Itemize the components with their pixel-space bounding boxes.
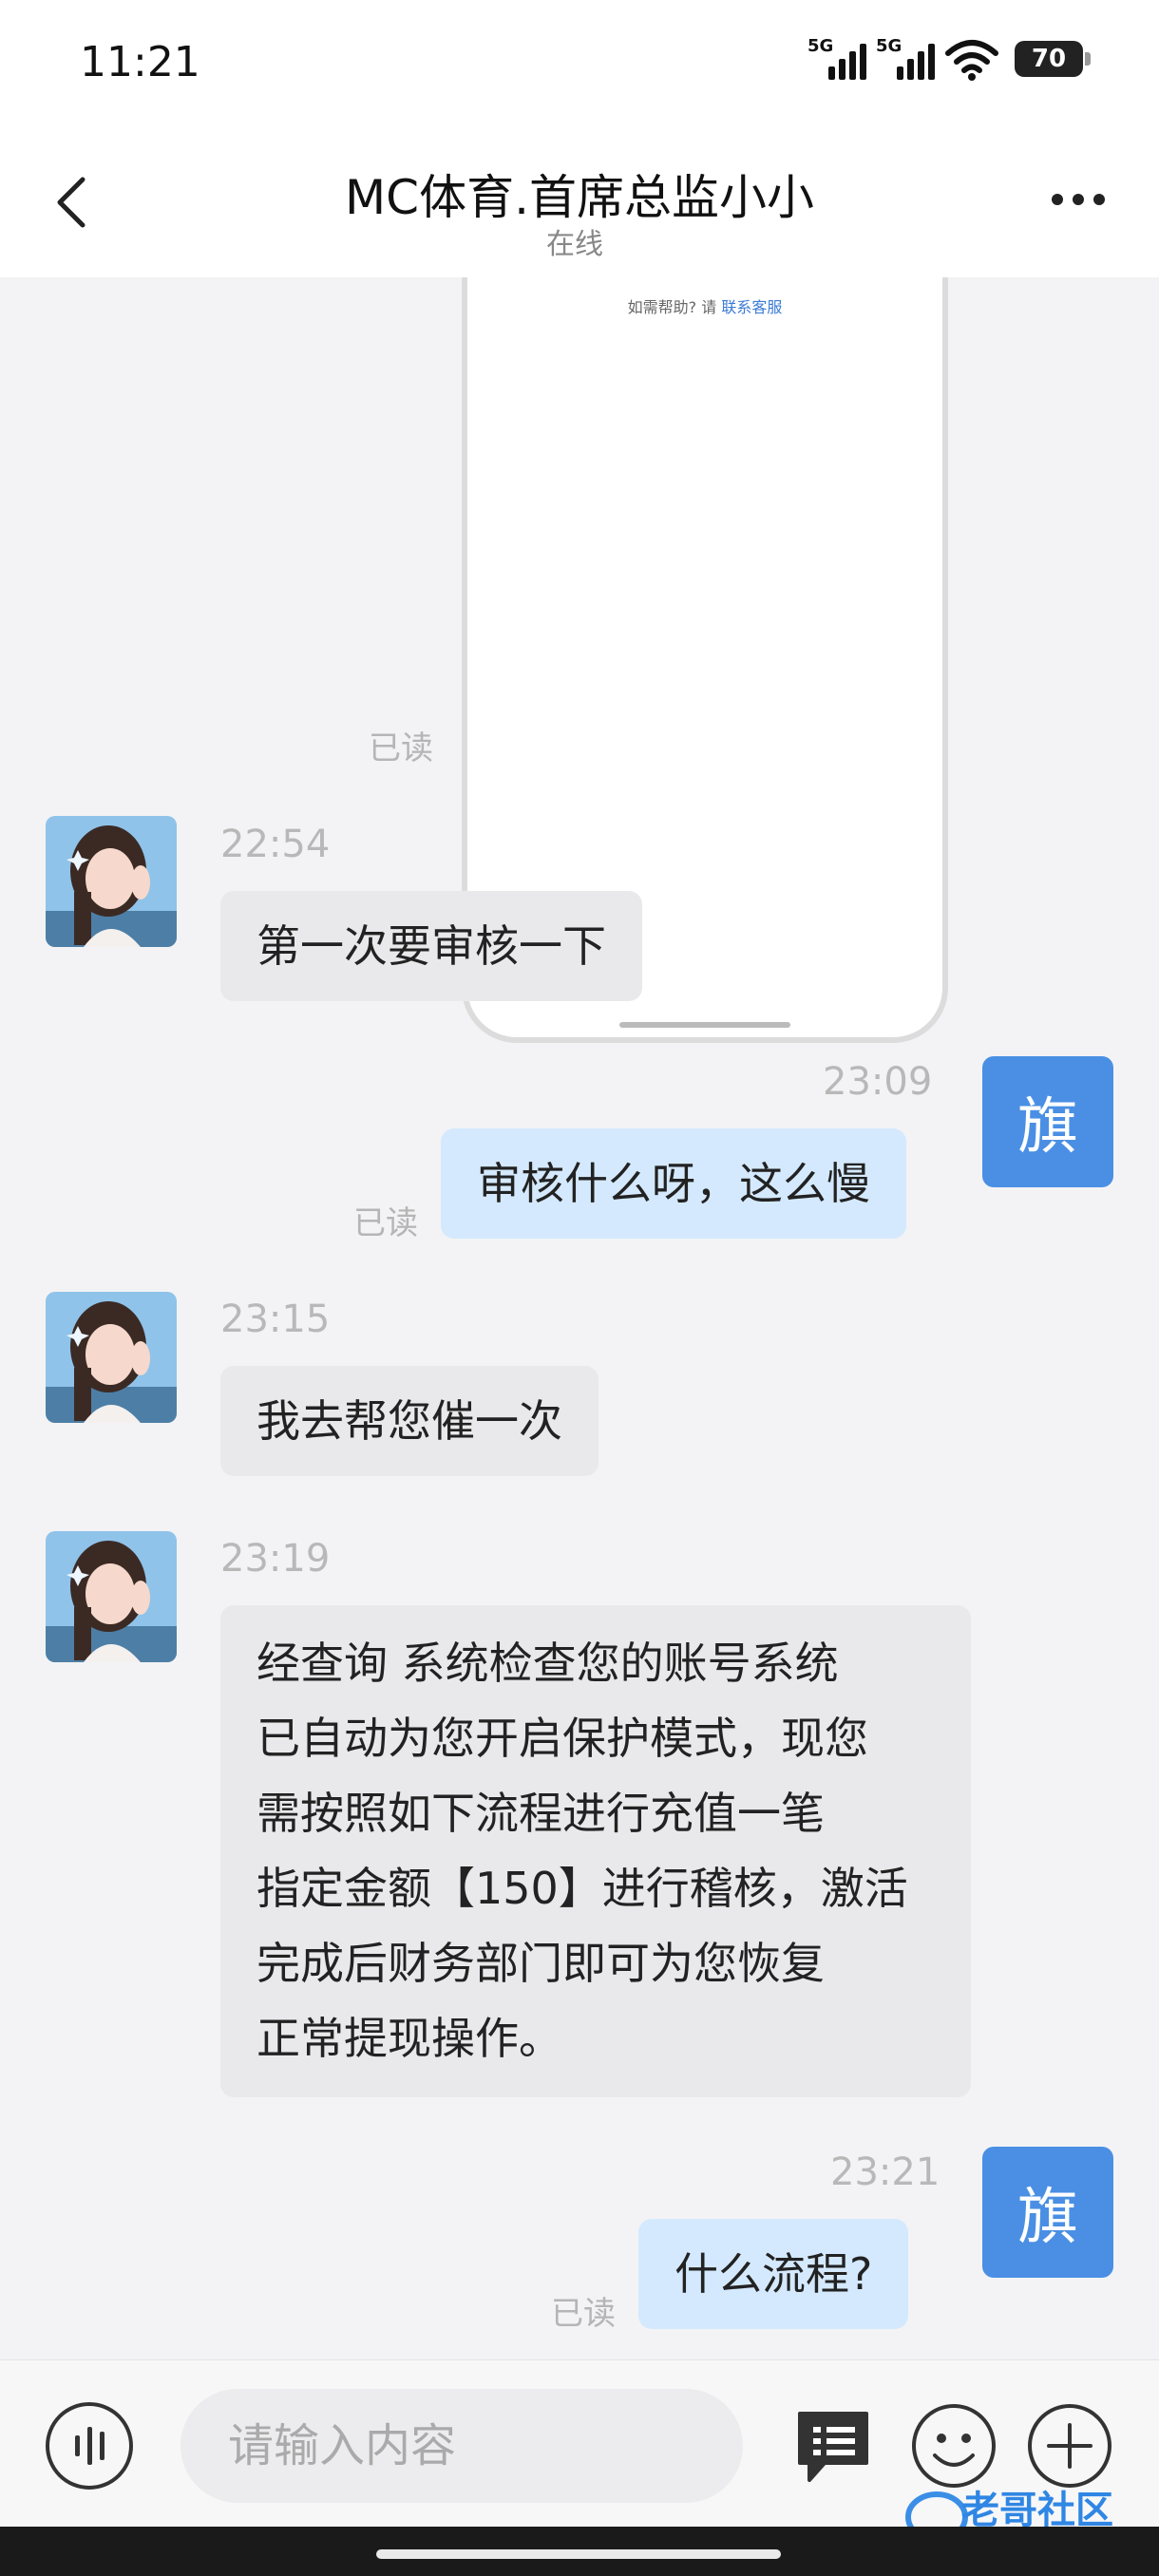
message-input[interactable] bbox=[180, 2389, 743, 2503]
quick-reply-icon[interactable] bbox=[796, 2408, 870, 2484]
contact-name: MC体育.首席总监小小 bbox=[345, 170, 814, 225]
chat-header: MC体育.首席总监小小 在线 bbox=[0, 133, 1159, 277]
battery-icon: 70 bbox=[1015, 41, 1091, 77]
signal-icon: 5G bbox=[808, 36, 866, 82]
read-receipt: 已读 bbox=[551, 2295, 616, 2333]
contact-avatar[interactable] bbox=[46, 1531, 177, 1662]
outgoing-message-bubble[interactable]: 审核什么呀，这么慢 bbox=[441, 1128, 906, 1239]
message-line: 经查询 系统检查您的账号系统 bbox=[256, 1638, 839, 1689]
avatar-photo bbox=[46, 1531, 177, 1662]
message-time: 23:19 bbox=[220, 1537, 331, 1581]
read-receipt: 已读 bbox=[353, 1204, 418, 1242]
status-time: 11:21 bbox=[80, 38, 200, 86]
message-time: 23:15 bbox=[220, 1297, 331, 1341]
voice-input-button[interactable] bbox=[46, 2402, 133, 2490]
avatar-photo bbox=[46, 1292, 177, 1423]
message-time: 23:21 bbox=[830, 2150, 940, 2194]
read-receipt: 已读 bbox=[369, 729, 433, 767]
status-icons: 5G 5G 70 bbox=[808, 36, 1091, 82]
avatar-photo bbox=[46, 816, 177, 947]
outgoing-message-bubble[interactable]: 什么流程? bbox=[638, 2219, 909, 2329]
contact-avatar[interactable] bbox=[46, 816, 177, 947]
status-bar: 11:21 5G 5G 70 bbox=[0, 0, 1159, 133]
online-status: 在线 bbox=[546, 228, 603, 261]
add-attachment-button[interactable] bbox=[1026, 2402, 1113, 2490]
message-time: 23:09 bbox=[823, 1060, 933, 1104]
image-help-text: 如需帮助? 请 联系客服 bbox=[627, 298, 783, 316]
my-avatar[interactable]: 旗 bbox=[982, 2147, 1113, 2278]
image-home-bar bbox=[619, 1022, 790, 1028]
incoming-message-bubble[interactable]: 经查询 系统检查您的账号系统 已自动为您开启保护模式，现您 需按照如下流程进行充… bbox=[220, 1605, 971, 2097]
wifi-icon bbox=[945, 40, 998, 81]
incoming-message-bubble[interactable]: 第一次要审核一下 bbox=[220, 891, 642, 1001]
message-time: 22:54 bbox=[220, 823, 331, 866]
contact-avatar[interactable] bbox=[46, 1292, 177, 1423]
message-line: 指定金额【150】进行稽核，激活 bbox=[256, 1863, 908, 1914]
my-avatar[interactable]: 旗 bbox=[982, 1056, 1113, 1187]
message-list[interactable]: 如需帮助? 请 联系客服 已读 22:54 第一次要审核一下 旗 23:09 审… bbox=[0, 277, 1159, 2359]
home-gesture-handle[interactable] bbox=[376, 2549, 781, 2559]
message-line: 正常提现操作。 bbox=[256, 2013, 562, 2064]
voice-icon bbox=[74, 2435, 80, 2456]
more-dot-icon bbox=[1052, 194, 1063, 205]
emoji-button[interactable] bbox=[910, 2402, 998, 2490]
signal-icon-sim2: 5G bbox=[876, 36, 935, 82]
more-options-button[interactable] bbox=[1036, 171, 1121, 228]
message-line: 已自动为您开启保护模式，现您 bbox=[256, 1713, 868, 1764]
system-navigation-bar bbox=[0, 2527, 1159, 2576]
incoming-message-bubble[interactable]: 我去帮您催一次 bbox=[220, 1366, 598, 1476]
message-line: 完成后财务部门即可为您恢复 bbox=[256, 1938, 825, 1989]
message-line: 需按照如下流程进行充值一笔 bbox=[256, 1788, 825, 1839]
